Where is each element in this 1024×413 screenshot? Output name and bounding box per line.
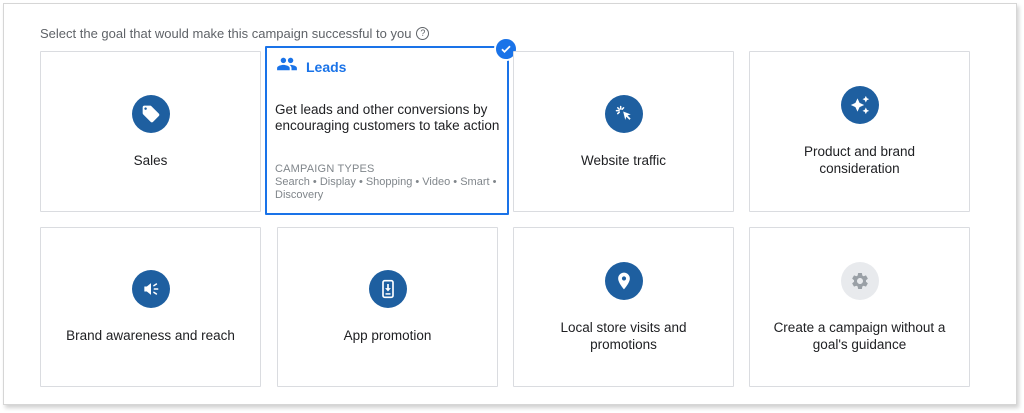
goal-card-label: Local store visits and promotions — [560, 319, 687, 352]
people-icon — [276, 55, 298, 78]
leads-header: Leads — [276, 55, 346, 78]
goal-card-product-brand-consideration[interactable]: Product and brand consideration — [749, 51, 970, 212]
location-pin-icon — [604, 261, 643, 300]
goal-card-label: Website traffic — [580, 152, 667, 168]
sparkle-icon — [840, 86, 879, 124]
goal-card-sales[interactable]: Sales — [40, 51, 261, 212]
goal-card-website-traffic[interactable]: Website traffic — [513, 51, 734, 212]
goal-card-brand-awareness[interactable]: Brand awareness and reach — [40, 227, 261, 387]
goal-card-label: App promotion — [343, 328, 432, 343]
goal-card-no-goal[interactable]: Create a campaign without a goal's guida… — [749, 227, 970, 387]
help-icon[interactable]: ? — [416, 27, 430, 40]
phone-download-icon — [368, 270, 407, 308]
campaign-types-list: Search • Display • Shopping • Video • Sm… — [275, 176, 497, 201]
goal-card-leads[interactable]: Leads Get leads and other conversions by… — [265, 37, 518, 215]
goal-card-local-store-visits[interactable]: Local store visits and promotions — [513, 227, 734, 387]
leads-description: Get leads and other conversions by encou… — [275, 102, 500, 133]
tag-icon — [131, 94, 170, 133]
gear-icon — [840, 261, 879, 300]
goal-card-label: Sales — [133, 152, 168, 168]
goal-prompt: Select the goal that would make this cam… — [40, 26, 430, 41]
goal-card-label: Create a campaign without a goal's guida… — [773, 319, 946, 352]
campaign-types-heading: CAMPAIGN TYPES — [275, 163, 375, 175]
goal-prompt-text: Select the goal that would make this cam… — [40, 26, 412, 41]
leads-title: Leads — [306, 58, 347, 75]
goal-card-label: Product and brand consideration — [803, 144, 916, 176]
megaphone-icon — [131, 270, 170, 308]
goal-card-app-promotion[interactable]: App promotion — [277, 227, 498, 387]
goal-card-label: Brand awareness and reach — [66, 328, 235, 343]
cursor-click-icon — [604, 94, 643, 133]
